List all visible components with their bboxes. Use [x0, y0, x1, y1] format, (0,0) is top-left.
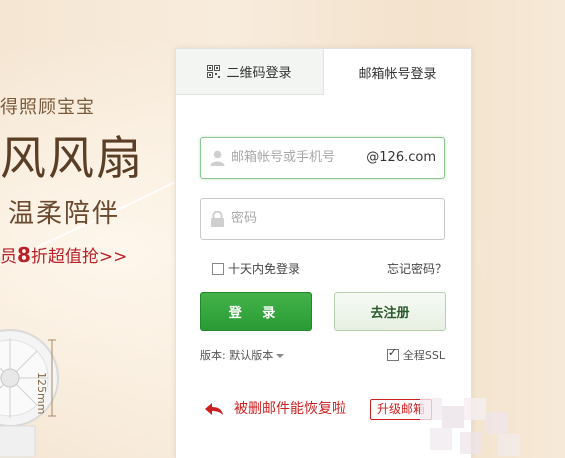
fan-dimension-label: 125mm	[35, 372, 48, 415]
version-row: 版本: 默认版本 全程SSL	[200, 346, 445, 363]
lock-icon	[211, 211, 224, 227]
password-placeholder: 密码	[231, 211, 258, 226]
domain-suffix: @126.com	[366, 150, 436, 165]
login-tabs: 二维码登录 邮箱帐号登录	[176, 49, 471, 95]
login-button[interactable]: 登 录	[200, 292, 312, 331]
version-select[interactable]: 版本: 默认版本	[200, 349, 285, 362]
promo-tagline: 温柔陪伴	[8, 199, 121, 229]
login-panel: 二维码登录 邮箱帐号登录 邮箱帐号或手机号 @126.com 密码 十天内免登录…	[175, 48, 472, 458]
version-label: 版本: 默认版本	[200, 349, 274, 362]
remember-checkbox-box[interactable]	[212, 262, 224, 275]
tab-qr-label: 二维码登录	[226, 66, 292, 81]
promo-offer-discount: 8	[17, 243, 31, 267]
ssl-label: 全程SSL	[402, 349, 445, 362]
forgot-password-link[interactable]: 忘记密码？	[387, 260, 447, 277]
user-icon	[210, 150, 225, 166]
tab-email-label: 邮箱帐号登录	[358, 66, 437, 82]
promo-product-title: 风风扇	[0, 131, 144, 185]
tab-qr-login[interactable]: 二维码登录	[176, 49, 324, 95]
remember-checkbox[interactable]: 十天内免登录	[212, 262, 300, 276]
promo-offer-prefix: 员	[0, 247, 17, 267]
account-input[interactable]: 邮箱帐号或手机号 @126.com	[200, 137, 445, 179]
login-options-row: 十天内免登录 忘记密码？	[212, 260, 447, 277]
ssl-checkbox[interactable]: 全程SSL	[386, 346, 445, 363]
tab-email-login[interactable]: 邮箱帐号登录	[324, 49, 471, 95]
watermark-mosaic	[420, 398, 520, 456]
promo-headline: 得照顾宝宝	[0, 97, 95, 118]
password-input[interactable]: 密码	[200, 198, 445, 240]
fan-product-image	[0, 329, 59, 457]
chevron-down-icon	[276, 354, 285, 358]
register-button[interactable]: 去注册	[334, 292, 446, 331]
undo-arrow-icon	[205, 403, 223, 415]
ssl-checkbox-box[interactable]	[386, 346, 399, 361]
account-placeholder: 邮箱帐号或手机号	[231, 150, 336, 165]
remember-label: 十天内免登录	[228, 262, 301, 276]
feature-promo-message: 被删邮件能恢复啦	[234, 401, 346, 417]
promo-offer-suffix: 折超值抢>>	[30, 247, 128, 267]
promo-offer-link[interactable]: 员8折超值抢>>	[0, 242, 127, 267]
qr-code-icon	[207, 65, 221, 78]
